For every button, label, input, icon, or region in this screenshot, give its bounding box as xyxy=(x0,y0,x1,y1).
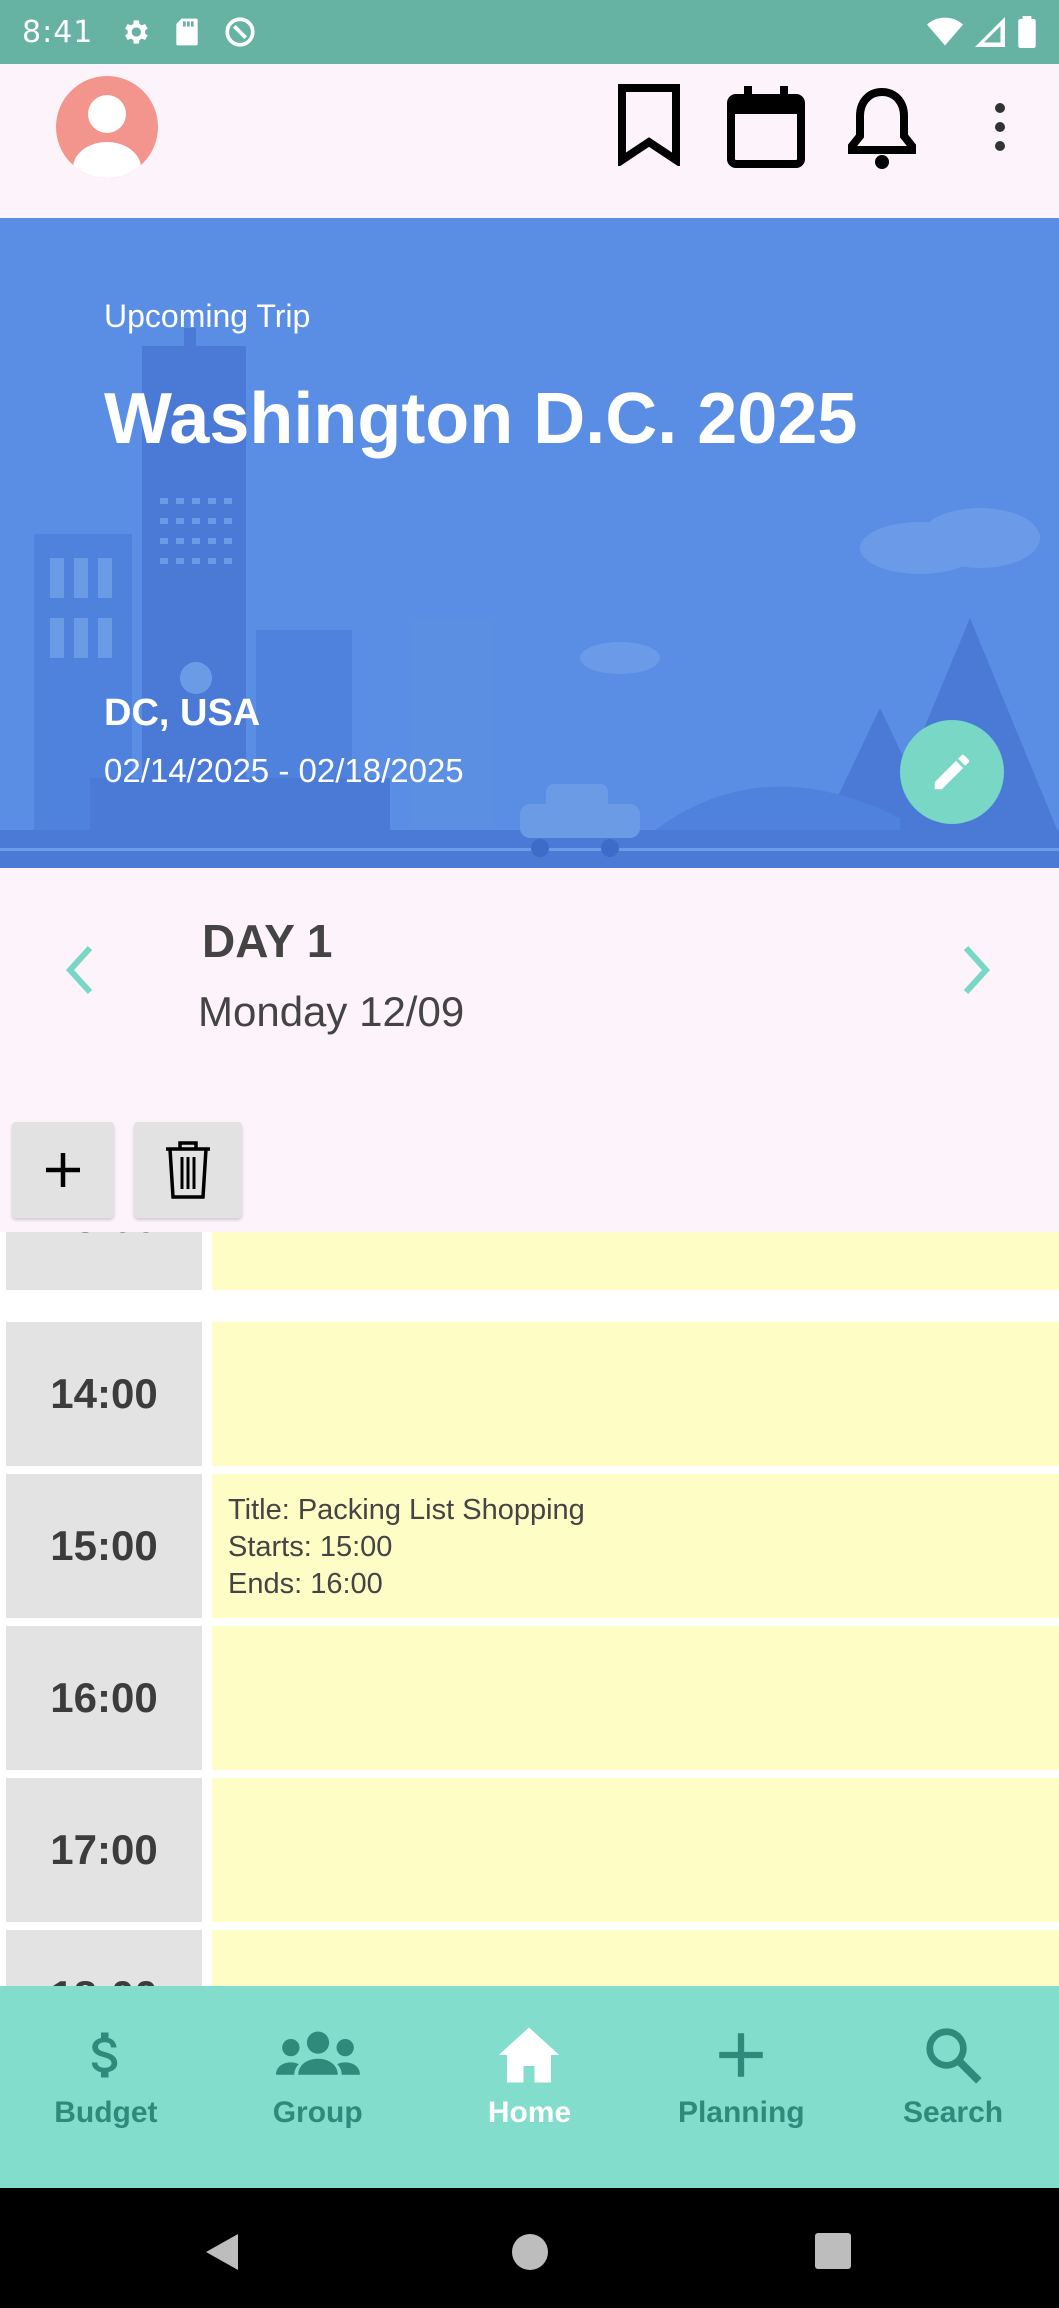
battery-icon xyxy=(1018,16,1036,48)
bottom-navigation: Budget Group Home Planning Search xyxy=(0,1986,1059,2188)
status-time: 8:41 xyxy=(22,14,94,50)
sd-card-icon xyxy=(176,18,199,46)
nav-group[interactable]: Group xyxy=(212,1986,424,2188)
chevron-right-icon[interactable] xyxy=(962,944,992,996)
trip-status-label: Upcoming Trip xyxy=(104,298,311,334)
calendar-icon[interactable] xyxy=(726,84,806,170)
home-circle-icon[interactable] xyxy=(510,2232,550,2272)
nav-planning[interactable]: Planning xyxy=(635,1986,847,2188)
day-date: Monday 12/09 xyxy=(198,988,465,1035)
group-icon xyxy=(275,2031,360,2075)
delete-event-button[interactable] xyxy=(134,1122,242,1218)
settings-icon xyxy=(125,20,149,44)
nav-label: Budget xyxy=(54,2096,158,2129)
time-slot-label: 15:00 xyxy=(6,1474,202,1618)
day-navigator: DAY 1 Monday 12/09 xyxy=(0,868,1059,1118)
time-slot-cell[interactable] xyxy=(212,1930,1059,1986)
time-slot-row: 13:00 xyxy=(0,1232,1059,1290)
status-bar: 8:41 xyxy=(0,0,1059,64)
top-app-bar xyxy=(0,64,1059,218)
trip-title: Washington D.C. 2025 xyxy=(104,379,858,459)
search-icon xyxy=(926,2028,982,2084)
nav-label: Planning xyxy=(677,2096,805,2129)
recents-icon[interactable] xyxy=(814,2232,852,2270)
event-card-packing-list-shopping[interactable]: Title: Packing List Shopping Starts: 15:… xyxy=(212,1474,1059,1618)
edit-trip-button[interactable] xyxy=(900,720,1004,824)
time-slot-cell[interactable] xyxy=(212,1626,1059,1770)
event-title: Title: Packing List Shopping xyxy=(228,1494,585,1526)
time-slot-row: 18:00 xyxy=(0,1930,1059,1986)
system-navigation-bar xyxy=(0,2188,1059,2308)
chevron-left-icon[interactable] xyxy=(64,944,94,996)
time-slot-row: 17:00 xyxy=(0,1778,1059,1922)
time-slot-cell[interactable] xyxy=(212,1232,1059,1290)
plus-icon xyxy=(46,1153,80,1187)
time-slot-cell[interactable] xyxy=(212,1778,1059,1922)
nav-label: Home xyxy=(487,2096,572,2129)
nav-label: Search xyxy=(903,2096,1004,2129)
time-slot-row: 14:00 xyxy=(0,1322,1059,1466)
event-end: Ends: 16:00 xyxy=(228,1568,383,1600)
time-slot-label: 14:00 xyxy=(6,1322,202,1466)
schedule-list[interactable]: 13:00 14:00 15:00 Title: Packing List Sh… xyxy=(0,1232,1059,1986)
event-start: Starts: 15:00 xyxy=(228,1531,393,1563)
time-slot-label: 16:00 xyxy=(6,1626,202,1770)
bell-icon[interactable] xyxy=(848,84,916,172)
signal-icon xyxy=(975,17,1005,47)
back-icon[interactable] xyxy=(202,2232,242,2272)
avatar[interactable] xyxy=(56,76,158,178)
wifi-icon xyxy=(927,17,963,46)
sync-icon xyxy=(225,17,255,47)
pencil-icon xyxy=(934,754,970,790)
nav-budget[interactable]: Budget xyxy=(0,1986,212,2188)
time-slot-label: 13:00 xyxy=(6,1232,202,1290)
dollar-icon xyxy=(91,2032,118,2078)
plus-icon xyxy=(719,2033,764,2077)
nav-label: Group xyxy=(272,2096,363,2129)
trip-dates: 02/14/2025 - 02/18/2025 xyxy=(104,752,464,789)
time-slot-row: 16:00 xyxy=(0,1626,1059,1770)
trip-location: DC, USA xyxy=(104,692,261,734)
nav-home[interactable]: Home xyxy=(424,1986,636,2188)
time-slot-label: 18:00 xyxy=(6,1930,202,1986)
nav-search[interactable]: Search xyxy=(847,1986,1059,2188)
time-slot-row: 15:00 Title: Packing List Shopping Start… xyxy=(0,1474,1059,1618)
trash-icon xyxy=(166,1141,210,1199)
time-slot-cell[interactable] xyxy=(212,1322,1059,1466)
add-event-button[interactable] xyxy=(12,1122,114,1218)
home-icon xyxy=(499,2027,560,2083)
more-options-icon[interactable] xyxy=(990,102,1010,152)
bookmark-icon[interactable] xyxy=(616,84,682,166)
trip-hero-card: Upcoming Trip Washington D.C. 2025 DC, U… xyxy=(0,218,1059,868)
time-slot-label: 17:00 xyxy=(6,1778,202,1922)
day-number: DAY 1 xyxy=(202,915,333,967)
